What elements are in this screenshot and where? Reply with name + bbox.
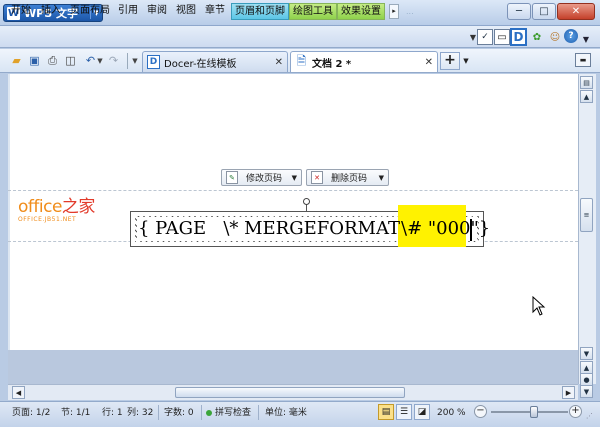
document-tab-icon: 🗎 <box>296 53 307 68</box>
tab-label: 文档 2 * <box>312 58 352 70</box>
menu-page-layout[interactable]: 页面布局 <box>67 3 113 20</box>
watermark-logo: office之家 OFFICE.JB51.NET <box>18 199 95 224</box>
header-boundary-top <box>8 190 578 191</box>
zoom-level[interactable]: 200 % <box>437 405 466 421</box>
status-unit[interactable]: 单位: 毫米 <box>265 405 307 421</box>
docer-icon[interactable]: D <box>510 28 527 46</box>
open-folder-icon[interactable]: ▰ <box>9 53 24 68</box>
watermark-zhijia: 之家 <box>61 197 96 217</box>
resize-grip-icon[interactable]: ⋰ <box>586 412 596 422</box>
status-section: 节: 1/1 <box>61 408 91 418</box>
ruler-toggle-icon[interactable]: ▤ <box>580 76 593 89</box>
status-page[interactable]: 页面: 1/2 <box>12 405 50 421</box>
modify-page-number-button[interactable]: ✎ 修改页码 ▼ <box>221 169 302 186</box>
status-row: 行: 1 <box>102 408 123 418</box>
close-tab-icon[interactable]: ✕ <box>275 57 283 68</box>
window-list-icon[interactable]: ▬ <box>575 53 591 67</box>
menu-insert[interactable]: 插入 <box>38 3 64 20</box>
menu-more-button[interactable]: ▸ <box>389 4 399 19</box>
redo-icon[interactable]: ↷ <box>106 53 121 68</box>
skin-icon[interactable]: ✿ <box>529 29 545 45</box>
close-button[interactable]: ✕ <box>557 3 595 20</box>
vertical-scroll-thumb[interactable]: ≡ <box>580 198 593 232</box>
format-switch-text: \# "000" <box>401 218 479 239</box>
scroll-up-icon[interactable]: ▲ <box>580 90 593 103</box>
status-column: 列: 32 <box>127 408 154 418</box>
toolbar-divider <box>127 53 128 69</box>
watermark-office: office <box>18 197 62 217</box>
tab-document-2[interactable]: 🗎 文档 2 * ✕ <box>290 51 438 72</box>
docer-tab-icon: D <box>147 55 160 69</box>
customize-toolbar-icon[interactable]: ▼ <box>130 53 140 68</box>
zoom-out-icon[interactable]: − <box>474 405 487 418</box>
scroll-right-icon[interactable]: ▶ <box>562 386 575 399</box>
menu-review[interactable]: 审阅 <box>144 3 170 20</box>
undo-dropdown-icon[interactable]: ▼ <box>96 53 104 68</box>
menu-header-footer[interactable]: 页眉和页脚 <box>231 3 289 20</box>
status-divider <box>158 405 159 420</box>
tab-label: Docer-在线模板 <box>164 58 237 70</box>
watermark-main: office之家 <box>18 199 95 216</box>
status-word-count[interactable]: 字数: 0 <box>164 405 194 421</box>
mouse-pointer-icon <box>532 296 546 316</box>
status-divider <box>258 405 259 420</box>
scroll-left-icon[interactable]: ◀ <box>12 386 25 399</box>
menu-drawing-tools[interactable]: 绘图工具 <box>289 3 337 20</box>
document-icon[interactable]: ▭ <box>494 29 510 45</box>
menu-effect-settings[interactable]: 效果设置 <box>337 3 385 20</box>
close-tab-icon[interactable]: ✕ <box>425 57 433 68</box>
delete-page-icon: ✕ <box>311 171 323 184</box>
text-cursor <box>470 219 472 241</box>
save-icon[interactable]: ▣ <box>27 53 42 68</box>
checklist-icon[interactable]: ✓ <box>477 29 493 45</box>
options-dropdown-icon[interactable]: ▼ <box>581 31 591 47</box>
page-view-icon[interactable]: ▤ <box>378 404 394 420</box>
chevron-down-icon: ▼ <box>378 173 384 182</box>
tab-list-dropdown-icon[interactable]: ▼ <box>461 52 471 70</box>
horizontal-scroll-thumb[interactable] <box>175 387 405 398</box>
zoom-in-icon[interactable]: + <box>569 405 582 418</box>
page-gap <box>8 350 578 384</box>
button-label: 修改页码 <box>246 174 283 184</box>
field-end-brace: } <box>478 218 491 239</box>
rotate-handle[interactable] <box>303 198 310 205</box>
menu-home[interactable]: 开始 <box>8 3 34 20</box>
account-name[interactable]: ... <box>406 5 468 18</box>
new-tab-button[interactable]: + <box>440 52 460 70</box>
zoom-slider-knob[interactable] <box>530 406 538 418</box>
outline-view-icon[interactable]: ☰ <box>396 404 412 420</box>
edit-page-icon: ✎ <box>226 171 238 184</box>
maximize-button[interactable]: □ <box>532 3 556 20</box>
menu-sections[interactable]: 章节 <box>202 3 228 20</box>
next-page-icon[interactable]: ▼ <box>580 385 593 398</box>
minimize-button[interactable]: ─ <box>507 3 531 20</box>
help-icon[interactable]: ? <box>564 29 578 43</box>
tab-docer-templates[interactable]: D Docer-在线模板 ✕ <box>142 51 288 72</box>
web-view-icon[interactable]: ◪ <box>414 404 430 420</box>
spellcheck-status-icon <box>206 410 212 416</box>
scroll-down-icon[interactable]: ▼ <box>580 347 593 360</box>
user-icon[interactable]: ☺ <box>547 29 563 45</box>
field-format-switch[interactable]: \# "000"} <box>401 216 490 242</box>
chevron-down-icon: ▼ <box>291 173 297 182</box>
button-label: 删除页码 <box>331 174 368 184</box>
delete-page-number-button[interactable]: ✕ 删除页码 ▼ <box>306 169 389 186</box>
menu-view[interactable]: 视图 <box>173 3 199 20</box>
watermark-url: OFFICE.JB51.NET <box>18 216 77 223</box>
page-left-edge <box>8 74 10 350</box>
print-preview-icon[interactable]: ◫ <box>63 53 78 68</box>
menu-references[interactable]: 引用 <box>115 3 141 20</box>
print-icon[interactable]: ⎙ <box>45 53 60 68</box>
status-spell-check[interactable]: 拼写检查 <box>215 405 251 421</box>
status-divider <box>201 405 202 420</box>
